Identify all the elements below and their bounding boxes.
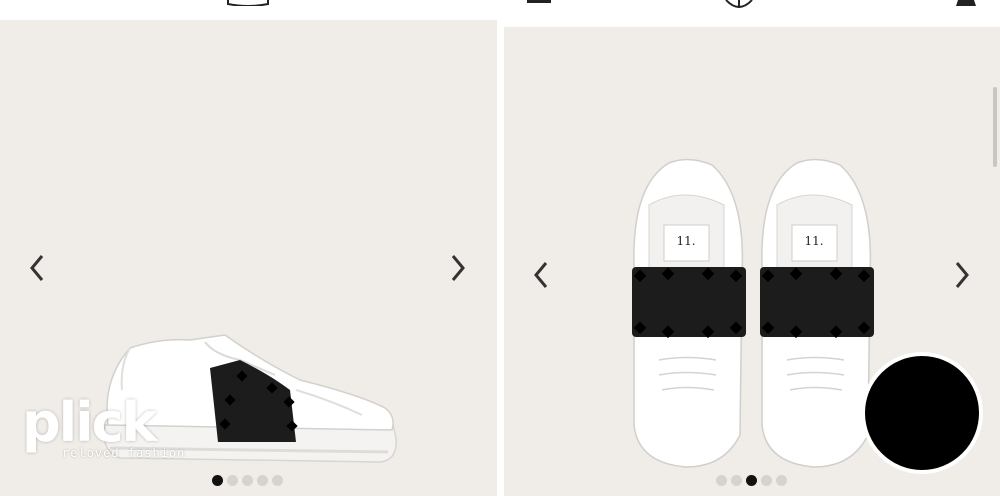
next-button[interactable] (443, 248, 473, 288)
chevron-left-icon (534, 262, 548, 288)
carousel-dot[interactable] (242, 475, 253, 486)
carousel-dot[interactable] (746, 475, 757, 486)
carousel-dot[interactable] (227, 475, 238, 486)
carousel-dot[interactable] (272, 475, 283, 486)
carousel-dot[interactable] (731, 475, 742, 486)
chevron-right-icon (451, 255, 465, 281)
carousel-dot[interactable] (212, 475, 223, 486)
brand-logo-icon[interactable] (724, 0, 754, 10)
divider (497, 0, 504, 496)
prev-button[interactable] (526, 255, 556, 295)
chevron-right-icon (955, 262, 969, 288)
chevron-left-icon (30, 255, 44, 281)
tongue-label: 11. (676, 234, 695, 248)
carousel-dots (212, 475, 283, 486)
header-bar (0, 0, 497, 20)
bag-icon[interactable] (954, 0, 978, 8)
carousel-dot[interactable] (716, 475, 727, 486)
product-image[interactable]: 11. 11. (624, 155, 884, 475)
menu-icon[interactable] (526, 0, 552, 6)
prev-button[interactable] (22, 248, 52, 288)
plick-watermark: plick reloved fashion (22, 391, 186, 461)
header-bar (504, 0, 1000, 27)
scrollbar[interactable] (993, 87, 997, 167)
floating-action-button[interactable] (861, 352, 983, 474)
next-button[interactable] (947, 255, 977, 295)
watermark-tagline: reloved fashion (62, 446, 186, 460)
menu-icon[interactable] (226, 0, 270, 6)
carousel-dots (716, 475, 787, 486)
carousel-dot[interactable] (761, 475, 772, 486)
carousel-dot[interactable] (776, 475, 787, 486)
tongue-label: 11. (804, 234, 823, 248)
carousel-dot[interactable] (257, 475, 268, 486)
watermark-brand: plick (22, 391, 158, 454)
